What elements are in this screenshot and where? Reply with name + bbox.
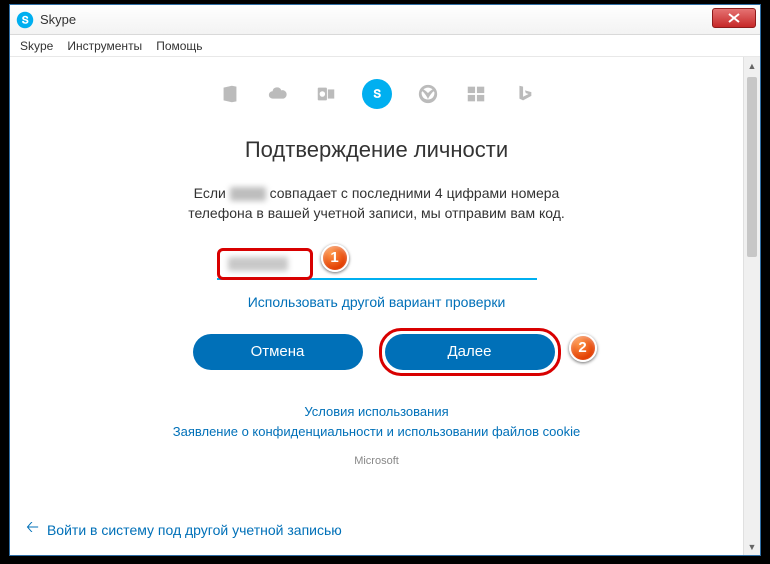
masked-digits (230, 187, 266, 201)
annotation-badge-2: 2 (569, 334, 597, 362)
bing-icon (512, 82, 536, 106)
phone-input[interactable] (217, 248, 313, 280)
switch-account-link[interactable]: 🡠 Войти в систему под другой учетной зап… (26, 516, 342, 543)
menu-skype[interactable]: Skype (20, 39, 53, 53)
titlebar: Skype (10, 5, 760, 35)
phone-input-group: 1 (217, 248, 537, 294)
outlook-icon (314, 82, 338, 106)
alternate-verification-link[interactable]: Использовать другой вариант проверки (248, 294, 506, 310)
phone-input-underline (217, 248, 537, 280)
privacy-link[interactable]: Заявление о конфиденциальности и использ… (173, 422, 580, 443)
content-area: Подтверждение личности Если совпадает с … (10, 57, 760, 555)
main-content: Подтверждение личности Если совпадает с … (10, 57, 743, 555)
brand-label: Microsoft (173, 453, 580, 471)
menu-tools[interactable]: Инструменты (67, 39, 142, 53)
xbox-icon (416, 82, 440, 106)
legal-links: Условия использования Заявление о конфид… (173, 402, 580, 471)
vertical-scrollbar[interactable]: ▲ ▼ (743, 57, 760, 555)
close-button[interactable] (712, 8, 756, 28)
arrow-left-icon: 🡠 (26, 516, 39, 543)
menu-bar: Skype Инструменты Помощь (10, 35, 760, 57)
window-title: Skype (40, 12, 76, 27)
skype-icon (16, 11, 34, 29)
menu-help[interactable]: Помощь (156, 39, 202, 53)
button-row: Отмена Далее 2 (193, 328, 561, 376)
terms-link[interactable]: Условия использования (173, 402, 580, 423)
cancel-button[interactable]: Отмена (193, 334, 363, 370)
onedrive-icon (266, 82, 290, 106)
page-heading: Подтверждение личности (245, 137, 508, 163)
service-icons-row (218, 79, 536, 109)
next-button[interactable]: Далее (385, 334, 555, 370)
next-button-highlight: Далее (379, 328, 561, 376)
scroll-up-arrow[interactable]: ▲ (744, 57, 760, 74)
skype-service-icon (362, 79, 392, 109)
annotation-badge-1: 1 (321, 244, 349, 272)
description-text: Если совпадает с последними 4 цифрами но… (167, 183, 587, 224)
scroll-down-arrow[interactable]: ▼ (744, 538, 760, 555)
windows-icon (464, 82, 488, 106)
app-window: Skype Skype Инструменты Помощь Подтвержд… (9, 4, 761, 556)
masked-input-value (228, 257, 288, 271)
office-icon (218, 82, 242, 106)
scroll-thumb[interactable] (747, 77, 757, 257)
